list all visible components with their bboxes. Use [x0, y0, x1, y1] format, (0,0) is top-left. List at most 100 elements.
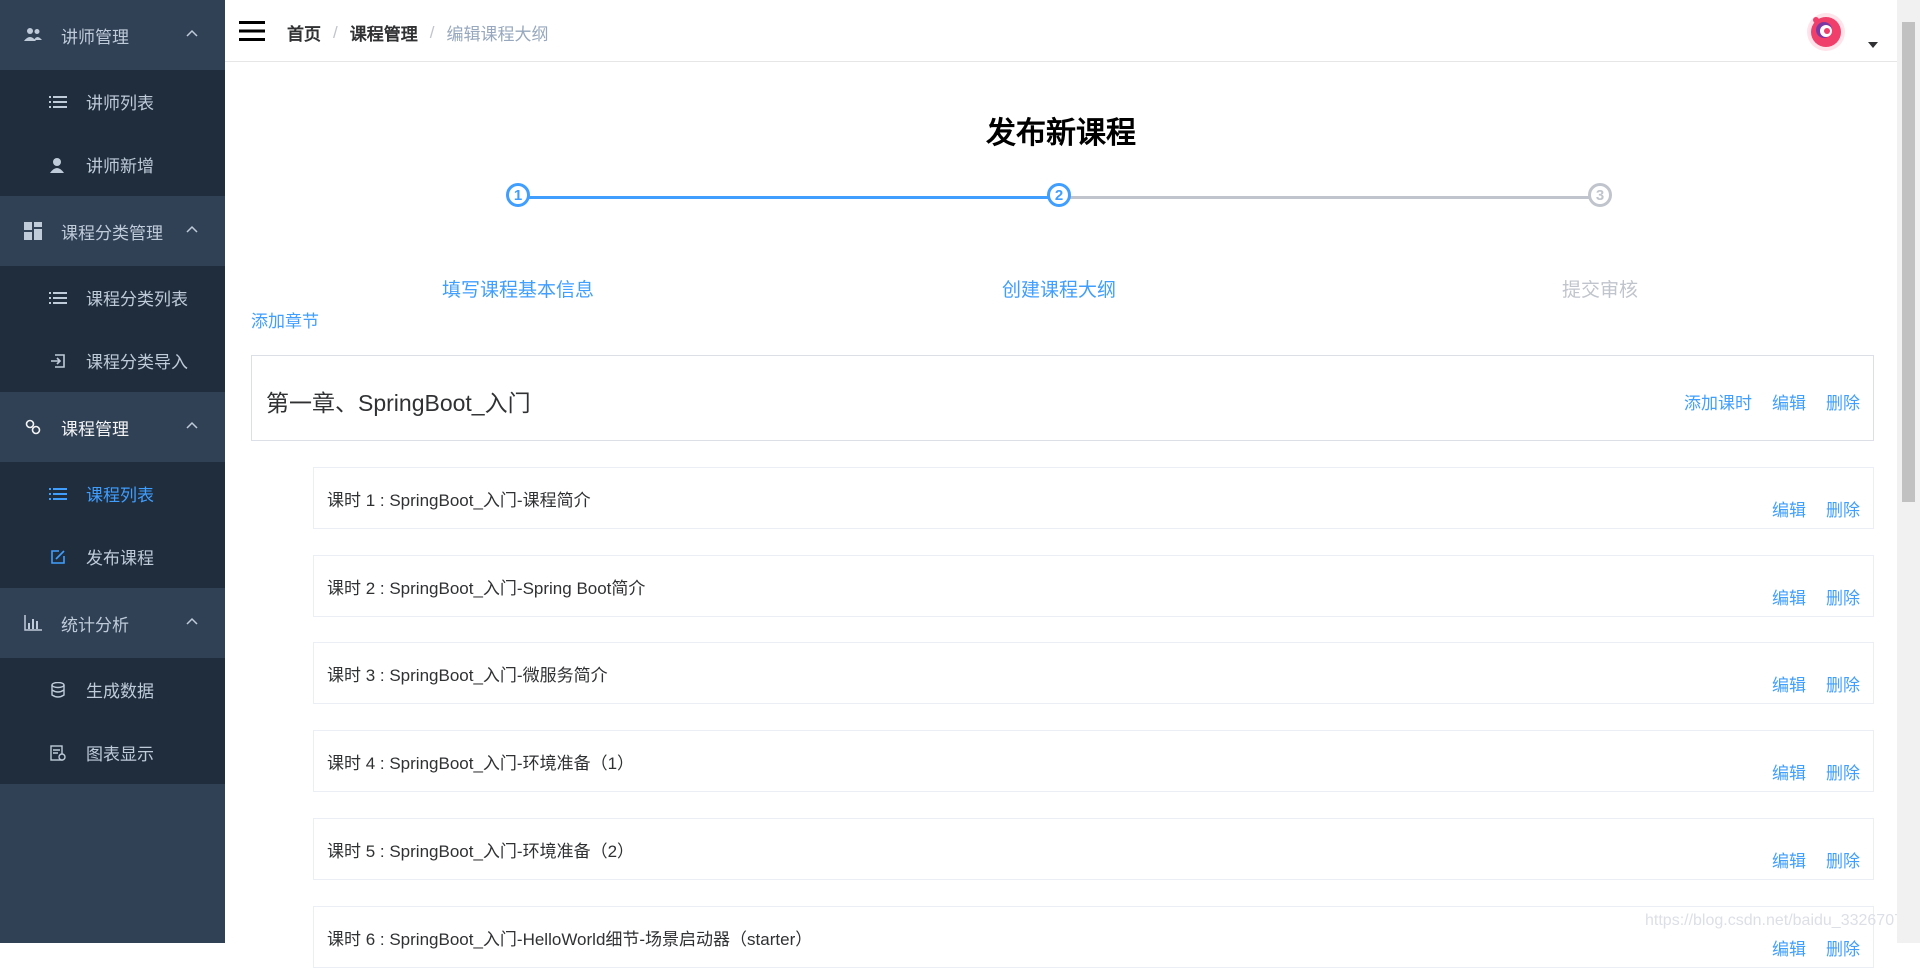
breadcrumb: 首页 / 课程管理 / 编辑课程大纲 — [287, 20, 548, 45]
menu-group-course[interactable]: 课程管理 — [0, 392, 225, 462]
lesson-actions: 编辑 删除 — [1772, 671, 1860, 696]
sidebar: 讲师管理 讲师列表 讲师新增 课程分类管理 课程分类列表 课程分类导入 课程管理… — [0, 0, 225, 943]
lesson-item: 课时 6 : SpringBoot_入门-HelloWorld细节-场景启动器（… — [313, 906, 1874, 968]
step-2-icon: 2 — [1047, 183, 1071, 207]
menu-item-label: 发布课程 — [86, 549, 154, 568]
menu-group-teacher[interactable]: 讲师管理 — [0, 0, 225, 70]
menu-item-generate-data[interactable]: 生成数据 — [0, 658, 225, 721]
edit-lesson-button[interactable]: 编辑 — [1772, 935, 1806, 960]
menu-item-category-import[interactable]: 课程分类导入 — [0, 329, 225, 392]
lesson-title: 课时 1 : SpringBoot_入门-课程简介 — [327, 491, 591, 510]
breadcrumb-current: 编辑课程大纲 — [446, 25, 549, 44]
chapter-title: 第一章、SpringBoot_入门 — [266, 390, 531, 416]
lesson-item: 课时 4 : SpringBoot_入门-环境准备（1） 编辑 删除 — [313, 730, 1874, 792]
list-icon — [49, 485, 67, 503]
edit-lesson-button[interactable]: 编辑 — [1772, 671, 1806, 696]
menu-item-category-list[interactable]: 课程分类列表 — [0, 266, 225, 329]
edit-lesson-button[interactable]: 编辑 — [1772, 496, 1806, 521]
lesson-actions: 编辑 删除 — [1772, 847, 1860, 872]
delete-lesson-button[interactable]: 删除 — [1826, 759, 1860, 784]
step-1-label: 填写课程基本信息 — [441, 280, 594, 301]
users-icon — [24, 26, 42, 44]
lesson-actions: 编辑 删除 — [1772, 584, 1860, 609]
menu-item-label: 课程分类导入 — [86, 353, 188, 372]
lesson-item: 课时 1 : SpringBoot_入门-课程简介 编辑 删除 — [313, 467, 1874, 529]
edit-chapter-button[interactable]: 编辑 — [1772, 389, 1806, 414]
database-icon — [49, 681, 67, 699]
menu-item-chart-display[interactable]: 图表显示 — [0, 721, 225, 784]
menu-group-category[interactable]: 课程分类管理 — [0, 196, 225, 266]
step-number: 1 — [513, 186, 523, 204]
menu-group-label: 课程管理 — [61, 419, 129, 439]
edit-lesson-button[interactable]: 编辑 — [1772, 847, 1806, 872]
submenu-category: 课程分类列表 课程分类导入 — [0, 266, 225, 392]
delete-lesson-button[interactable]: 删除 — [1826, 671, 1860, 696]
lesson-title: 课时 2 : SpringBoot_入门-Spring Boot简介 — [327, 579, 646, 598]
lesson-title: 课时 4 : SpringBoot_入门-环境准备（1） — [327, 754, 635, 773]
step-line-wait — [1061, 196, 1602, 199]
step-2-label: 创建课程大纲 — [1001, 280, 1116, 301]
menu-item-label: 生成数据 — [86, 682, 154, 701]
lesson-actions: 编辑 删除 — [1772, 935, 1860, 960]
delete-lesson-button[interactable]: 删除 — [1826, 847, 1860, 872]
step-3-icon: 3 — [1588, 183, 1612, 207]
menu-item-course-list[interactable]: 课程列表 — [0, 462, 225, 525]
chapter-actions: 添加课时 编辑 删除 — [1684, 389, 1860, 414]
chart-doc-icon — [49, 744, 67, 762]
menu-group-label: 统计分析 — [61, 615, 129, 635]
breadcrumb-course-management[interactable]: 课程管理 — [350, 20, 418, 45]
link-icon — [24, 418, 42, 436]
chevron-up-icon — [186, 29, 198, 37]
hamburger-icon[interactable] — [239, 20, 265, 42]
delete-lesson-button[interactable]: 删除 — [1826, 496, 1860, 521]
lesson-actions: 编辑 删除 — [1772, 496, 1860, 521]
breadcrumb-separator: / — [333, 22, 338, 42]
menu-group-label: 课程分类管理 — [61, 223, 163, 243]
list-icon — [49, 93, 67, 111]
chevron-up-icon — [186, 617, 198, 625]
chevron-up-icon — [186, 421, 198, 429]
lesson-title: 课时 3 : SpringBoot_入门-微服务简介 — [327, 666, 608, 685]
submenu-course: 课程列表 发布课程 — [0, 462, 225, 588]
watermark: https://blog.csdn.net/baidu_33267079 — [1645, 912, 1912, 929]
submenu-teacher: 讲师列表 讲师新增 — [0, 70, 225, 196]
menu-item-course-publish[interactable]: 发布课程 — [0, 525, 225, 588]
step-number: 2 — [1054, 186, 1064, 204]
scrollbar-thumb[interactable] — [1902, 22, 1915, 502]
lesson-item: 课时 3 : SpringBoot_入门-微服务简介 编辑 删除 — [313, 642, 1874, 704]
menu-group-label: 讲师管理 — [61, 27, 129, 47]
import-icon — [49, 352, 67, 370]
step-3-label: 提交审核 — [1561, 280, 1638, 301]
page-title: 发布新课程 — [986, 117, 1136, 150]
scrollbar[interactable] — [1897, 0, 1920, 943]
add-lesson-button[interactable]: 添加课时 — [1684, 389, 1752, 414]
menu-item-label: 课程列表 — [86, 486, 154, 505]
edit-lesson-button[interactable]: 编辑 — [1772, 584, 1806, 609]
menu-item-label: 图表显示 — [86, 745, 154, 764]
edit-icon — [49, 548, 67, 566]
lesson-item: 课时 5 : SpringBoot_入门-环境准备（2） 编辑 删除 — [313, 818, 1874, 880]
edit-lesson-button[interactable]: 编辑 — [1772, 759, 1806, 784]
steps: 1 2 3 填写课程基本信息 创建课程大纲 提交审核 — [225, 172, 1897, 301]
submenu-statistics: 生成数据 图表显示 — [0, 658, 225, 784]
lesson-title: 课时 5 : SpringBoot_入门-环境准备（2） — [327, 842, 635, 861]
add-chapter-link[interactable]: 添加章节 — [251, 307, 319, 332]
user-add-icon — [49, 156, 67, 174]
menu-group-statistics[interactable]: 统计分析 — [0, 588, 225, 658]
avatar[interactable] — [1804, 10, 1848, 54]
delete-lesson-button[interactable]: 删除 — [1826, 935, 1860, 960]
menu-item-teacher-list[interactable]: 讲师列表 — [0, 70, 225, 133]
delete-lesson-button[interactable]: 删除 — [1826, 584, 1860, 609]
breadcrumb-home[interactable]: 首页 — [287, 20, 321, 45]
lesson-actions: 编辑 删除 — [1772, 759, 1860, 784]
lesson-item: 课时 2 : SpringBoot_入门-Spring Boot简介 编辑 删除 — [313, 555, 1874, 617]
breadcrumb-separator: / — [429, 22, 435, 42]
menu-item-label: 课程分类列表 — [86, 290, 188, 309]
menu-item-label: 讲师新增 — [86, 157, 154, 176]
chapter-item: 第一章、SpringBoot_入门 添加课时 编辑 删除 — [251, 355, 1874, 441]
menu-item-teacher-add[interactable]: 讲师新增 — [0, 133, 225, 196]
delete-chapter-button[interactable]: 删除 — [1826, 389, 1860, 414]
caret-down-icon[interactable] — [1868, 42, 1878, 48]
step-number: 3 — [1595, 186, 1605, 204]
bar-chart-icon — [24, 614, 42, 632]
